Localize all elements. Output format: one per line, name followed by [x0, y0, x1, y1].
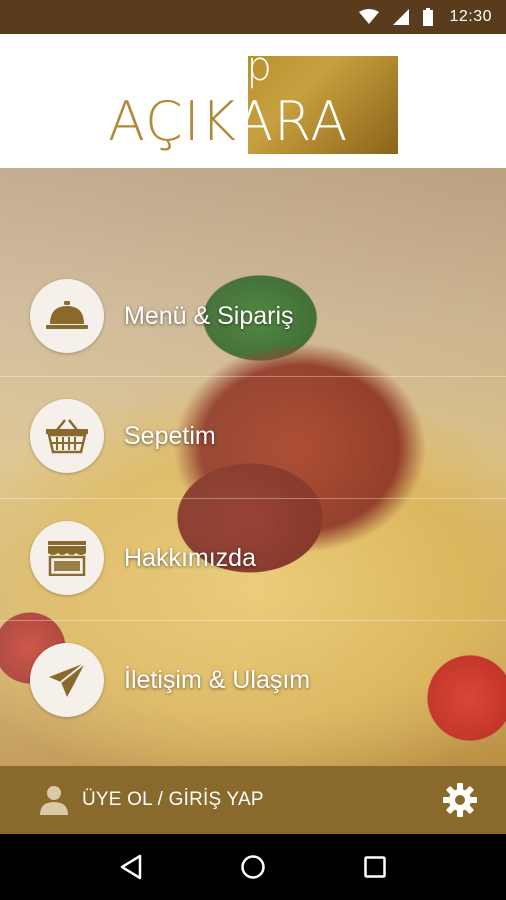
menu-item-icon-circle	[30, 279, 104, 353]
paper-plane-icon	[49, 662, 86, 697]
divider	[0, 498, 506, 499]
menu-item-label: Menü & Sipariş	[124, 301, 294, 330]
status-bar: 12:30	[0, 0, 506, 34]
menu-item-icon-circle	[30, 521, 104, 595]
logo-main-text: AÇIKARA	[108, 90, 348, 153]
basket-icon	[46, 419, 88, 454]
logo-small-text: ap	[223, 44, 272, 90]
back-button[interactable]	[111, 847, 151, 887]
menu-item-label: Sepetim	[124, 421, 216, 450]
logo-part2: ARA	[236, 90, 349, 153]
back-icon	[120, 854, 142, 880]
cloche-icon	[46, 301, 88, 329]
menu-item-order[interactable]: Menü & Sipariş	[30, 278, 490, 354]
menu-item-label: İletişim & Ulaşım	[124, 665, 311, 694]
gear-icon	[443, 783, 477, 817]
login-button[interactable]: ÜYE OL / GİRİŞ YAP	[38, 784, 264, 816]
recents-icon	[364, 856, 386, 878]
login-label: ÜYE OL / GİRİŞ YAP	[82, 789, 264, 810]
battery-icon	[423, 8, 434, 26]
status-time: 12:30	[449, 8, 492, 25]
settings-button[interactable]	[442, 782, 478, 818]
app-header: ap AÇIKARA	[0, 34, 506, 168]
divider	[0, 620, 506, 621]
menu-item-about[interactable]: Hakkımızda	[30, 520, 490, 596]
home-icon	[241, 855, 265, 879]
cell-signal-icon	[393, 9, 410, 25]
menu-item-contact[interactable]: İletişim & Ulaşım	[30, 642, 490, 718]
recents-button[interactable]	[355, 847, 395, 887]
divider	[0, 376, 506, 377]
menu-item-label: Hakkımızda	[124, 543, 256, 572]
menu-item-icon-circle	[30, 643, 104, 717]
brand-logo: ap AÇIKARA	[108, 44, 398, 156]
system-nav-bar	[0, 834, 506, 900]
home-button[interactable]	[233, 847, 273, 887]
menu-item-cart[interactable]: Sepetim	[30, 398, 490, 474]
logo-part1: AÇIK	[108, 90, 237, 153]
wifi-icon	[359, 9, 380, 25]
user-icon	[40, 786, 68, 815]
store-icon	[48, 541, 86, 576]
menu-item-icon-circle	[30, 399, 104, 473]
footer-bar: ÜYE OL / GİRİŞ YAP	[0, 766, 506, 834]
